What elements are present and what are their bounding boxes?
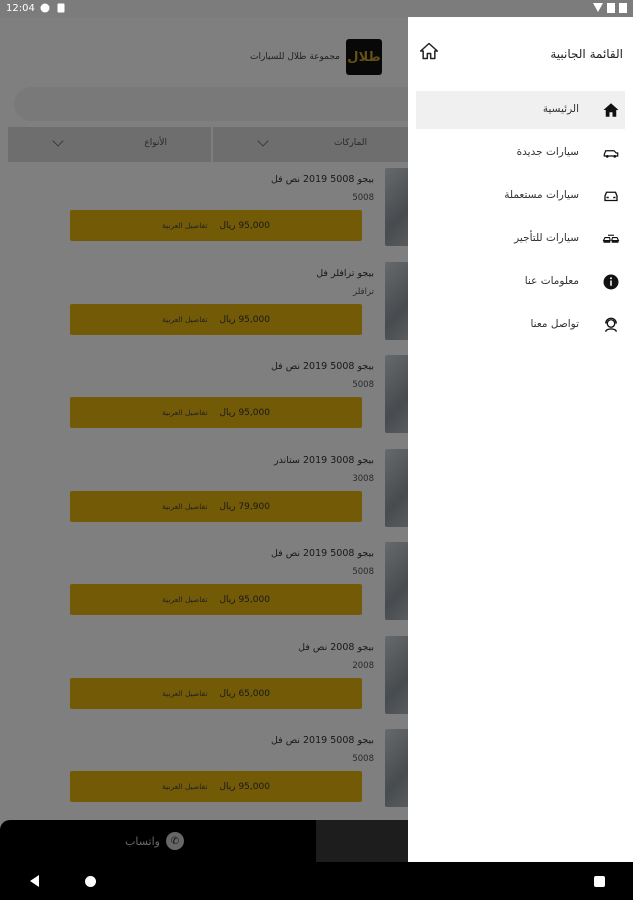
drawer-item-label: سيارات للتأجير (514, 232, 579, 244)
drawer-item-label: سيارات جديدة (516, 146, 579, 158)
drawer-item-used-cars[interactable]: سيارات مستعملة (416, 177, 625, 215)
rental-car-icon (601, 229, 621, 249)
system-nav-bar (0, 862, 633, 900)
status-bar: 12:04 (0, 0, 633, 17)
wifi-icon (593, 3, 603, 12)
drawer-header: القائمة الجانبية (408, 17, 633, 89)
sim-icon (57, 3, 65, 13)
new-car-icon (601, 143, 621, 163)
home-outline-icon[interactable] (419, 41, 439, 61)
recents-icon[interactable] (594, 876, 605, 887)
info-icon (601, 272, 621, 292)
status-indicators (593, 3, 627, 13)
home-button-icon[interactable] (85, 876, 96, 887)
drawer-item-contact-us[interactable]: تواصل معنا (416, 306, 625, 344)
drawer-title: القائمة الجانبية (550, 47, 623, 61)
drawer-item-new-cars[interactable]: سيارات جديدة (416, 134, 625, 172)
back-icon[interactable] (30, 875, 39, 887)
drawer-item-about-us[interactable]: معلومات عنا (416, 263, 625, 301)
battery-icon (619, 3, 627, 13)
drawer-item-label: معلومات عنا (524, 275, 579, 287)
drawer-item-label: الرئيسية (542, 103, 579, 115)
signal-icon (607, 3, 615, 13)
used-car-icon (601, 186, 621, 206)
home-icon (601, 100, 621, 120)
notification-icon (40, 3, 50, 13)
drawer-item-label: تواصل معنا (530, 318, 579, 330)
status-time: 12:04 (6, 3, 35, 14)
drawer-item-label: سيارات مستعملة (504, 189, 579, 201)
drawer-item-rental-cars[interactable]: سيارات للتأجير (416, 220, 625, 258)
navigation-drawer: القائمة الجانبية الرئيسية سيارات جديدة س… (408, 17, 633, 862)
drawer-item-home[interactable]: الرئيسية (416, 91, 625, 129)
support-agent-icon (601, 315, 621, 335)
